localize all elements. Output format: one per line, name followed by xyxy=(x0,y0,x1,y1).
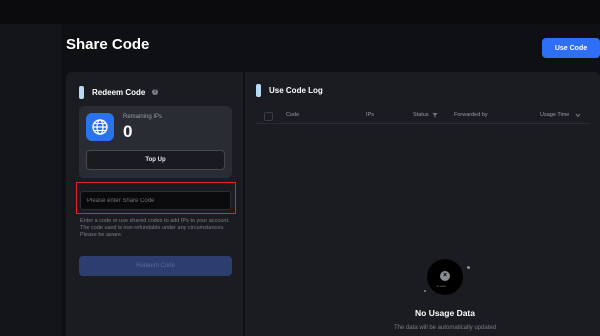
globe-icon xyxy=(86,113,114,141)
log-title-bar xyxy=(256,84,261,97)
sidebar-strip xyxy=(0,24,62,336)
log-title: Use Code Log xyxy=(269,86,323,95)
redeem-description: Enter a code or use shared codes to add … xyxy=(80,218,230,238)
decor-dot xyxy=(424,290,426,292)
share-code-input[interactable] xyxy=(80,191,231,210)
help-icon[interactable]: ? xyxy=(152,89,158,95)
select-all-checkbox[interactable] xyxy=(264,112,273,121)
decor-dot xyxy=(467,266,470,269)
column-status: Status xyxy=(413,112,429,118)
empty-state-title: No Usage Data xyxy=(415,308,475,318)
sort-icon[interactable] xyxy=(575,113,581,118)
filter-icon[interactable] xyxy=(432,112,438,118)
log-table-header: Code IPs Status Forwarded by Usage Time xyxy=(256,109,590,124)
column-forwarded-by: Forwarded by xyxy=(454,112,488,118)
empty-state-subtitle: The data will be automatically updated xyxy=(393,325,497,331)
empty-state-icon: × no data xyxy=(427,259,463,295)
column-ips: IPs xyxy=(366,112,374,118)
remaining-ips-label: Remaining IPs xyxy=(123,114,163,120)
page-title: Share Code xyxy=(66,36,150,53)
top-bar xyxy=(0,0,600,24)
top-up-button[interactable]: Top Up xyxy=(86,150,225,170)
column-code: Code xyxy=(286,112,300,118)
column-usage-time: Usage Time xyxy=(540,112,570,118)
redeem-title-bar xyxy=(79,86,84,99)
redeem-title: Redeem Code xyxy=(92,88,146,97)
redeem-code-button[interactable]: Redeem Code xyxy=(79,256,232,276)
remaining-ips-value: 0 xyxy=(123,122,133,141)
use-code-button[interactable]: Use Code xyxy=(542,38,600,58)
